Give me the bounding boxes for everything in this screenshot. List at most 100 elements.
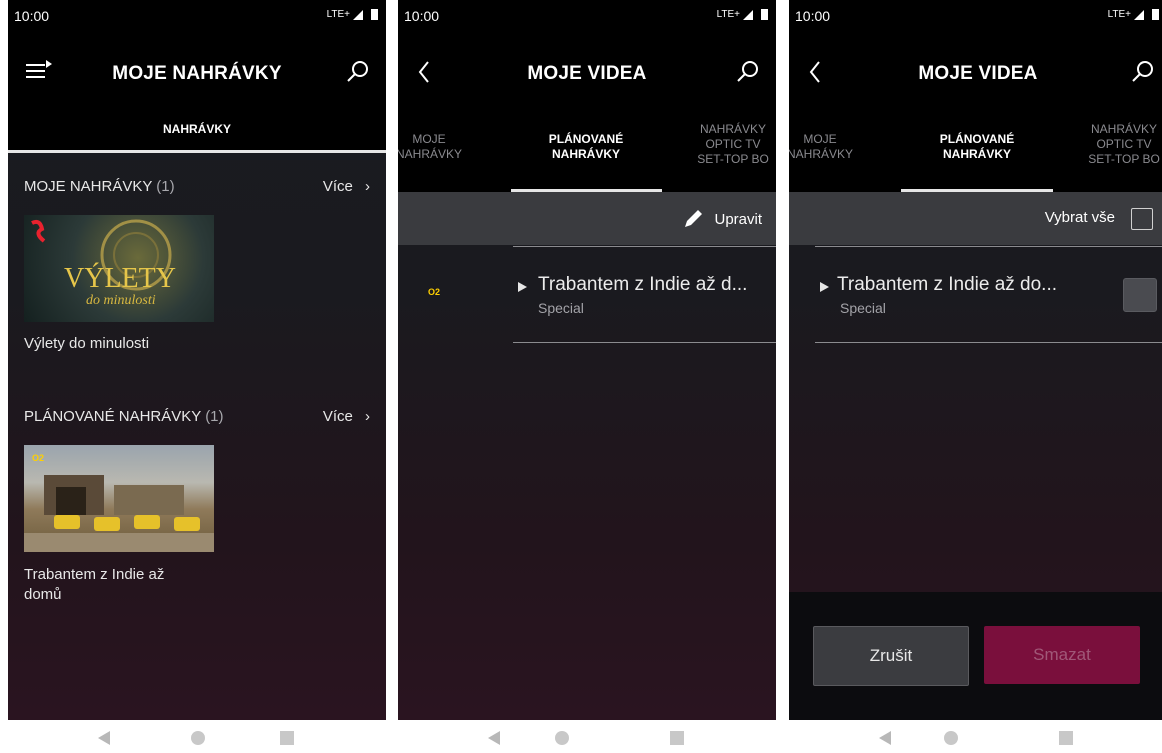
tab-label: OPTIC TV (705, 137, 761, 151)
pencil-icon (685, 210, 703, 227)
page-title: MOJE VIDEA (527, 63, 647, 84)
action-footer: Zrušit Smazat (789, 592, 1162, 720)
more-label: Více (322, 178, 353, 195)
screen-my-recordings: 10:00 LTE+ MOJE NAHRÁVKY NAHRÁVKY MOJE N… (8, 0, 386, 720)
tab-label: NAHRÁVKY (551, 147, 620, 161)
tab-planned-recordings[interactable]: PLÁNOVANÉ NAHRÁVKY (901, 132, 1053, 162)
tab-label: SET-TOP BO (697, 152, 769, 166)
nav-back-icon[interactable] (98, 731, 110, 745)
nav-recent-apps-icon[interactable] (280, 731, 294, 745)
battery-icon (1152, 9, 1159, 20)
tab-label: SET-TOP BO (1088, 152, 1160, 166)
chevron-right-icon: › (365, 408, 370, 425)
section-count: (1) (156, 178, 175, 195)
status-bar: 10:00 LTE+ (789, 0, 1162, 30)
page-title: MOJE VIDEA (918, 63, 1038, 84)
card-title[interactable]: Výlety do minulosti (24, 334, 149, 354)
recording-checkbox[interactable] (1123, 278, 1157, 312)
tab-optic-tv-recordings[interactable]: NAHRÁVKY OPTIC TV SET-TOP BO (1074, 122, 1162, 167)
signal-icon (1134, 9, 1144, 20)
cancel-button[interactable]: Zrušit (813, 626, 969, 686)
search-icon (347, 61, 368, 82)
tab-bar: MOJE NAHRÁVKY PLÁNOVANÉ NAHRÁVKY NAHRÁVK… (789, 120, 1162, 192)
tab-label: MOJE (412, 132, 446, 146)
status-time: 10:00 (404, 8, 440, 24)
nav-home-icon[interactable] (944, 731, 958, 745)
select-all-label: Vybrat vše (1044, 209, 1115, 226)
system-nav-bar (8, 726, 386, 753)
select-all-checkbox[interactable] (1131, 208, 1153, 230)
thumbnail-image (24, 475, 214, 552)
search-icon (737, 61, 758, 82)
tab-recordings[interactable]: NAHRÁVKY (8, 122, 386, 137)
tab-label: NAHRÁVKY (789, 147, 854, 161)
edit-button[interactable]: Upravit (682, 208, 762, 230)
play-icon (820, 282, 829, 292)
app-bar: MOJE VIDEA (398, 30, 776, 120)
card-title-line: domů (24, 586, 62, 603)
more-button[interactable]: Více › (323, 178, 370, 195)
battery-icon (371, 9, 378, 20)
battery-icon (761, 9, 768, 20)
search-button[interactable] (344, 58, 372, 86)
network-label: LTE+ (1107, 9, 1131, 20)
recording-thumbnail[interactable]: VÝLETY do minulosti (24, 215, 214, 322)
status-indicators: LTE+ (327, 9, 378, 20)
signal-icon (743, 9, 753, 20)
tab-bar: NAHRÁVKY (8, 120, 386, 153)
tab-my-recordings[interactable]: MOJE NAHRÁVKY (398, 132, 474, 162)
page-title: MOJE NAHRÁVKY (112, 63, 282, 84)
network-label: LTE+ (326, 9, 350, 20)
tab-planned-recordings[interactable]: PLÁNOVANÉ NAHRÁVKY (511, 132, 661, 162)
card-title-line: Trabantem z Indie až (24, 566, 165, 583)
search-icon (1132, 61, 1153, 82)
edit-toolbar: Upravit (398, 192, 776, 245)
section-count: (1) (205, 408, 224, 425)
tab-label: NAHRÁVKY (699, 122, 767, 136)
thumbnail-logo-text: VÝLETY (64, 263, 176, 294)
recording-title: Trabantem z Indie až d... (538, 274, 748, 295)
system-nav-bar (789, 726, 1162, 753)
tab-label: NAHRÁVKY (942, 147, 1011, 161)
status-indicators: LTE+ (717, 9, 768, 20)
nav-recent-apps-icon[interactable] (670, 731, 684, 745)
nav-home-icon[interactable] (555, 731, 569, 745)
card-title[interactable]: Trabantem z Indie až domů (24, 565, 164, 605)
signal-icon (353, 9, 363, 20)
channel-logo: O2 (428, 287, 441, 297)
tab-label: PLÁNOVANÉ (939, 132, 1015, 146)
recording-row[interactable]: Trabantem z Indie až do... Special (815, 246, 1162, 343)
screen-my-videos-edit: 10:00 LTE+ MOJE VIDEA MOJE NAHRÁVKY PLÁN… (789, 0, 1162, 720)
network-label: LTE+ (716, 9, 740, 20)
nav-back-icon[interactable] (879, 731, 891, 745)
more-button[interactable]: Více › (323, 408, 370, 425)
screen-my-videos: 10:00 LTE+ MOJE VIDEA MOJE NAHRÁVKY PLÁN… (398, 0, 776, 720)
edit-label: Upravit (714, 210, 762, 228)
delete-button[interactable]: Smazat (984, 626, 1140, 684)
tab-my-recordings[interactable]: MOJE NAHRÁVKY (789, 132, 865, 162)
tab-label: OPTIC TV (1096, 137, 1152, 151)
search-button[interactable] (1129, 58, 1157, 86)
play-icon (518, 282, 527, 292)
nav-back-icon[interactable] (488, 731, 500, 745)
select-toolbar: Vybrat vše (789, 192, 1162, 245)
nav-home-icon[interactable] (191, 731, 205, 745)
status-bar: 10:00 LTE+ (8, 0, 386, 30)
recording-thumbnail[interactable]: O2 (24, 445, 214, 552)
status-time: 10:00 (795, 8, 831, 24)
nav-recent-apps-icon[interactable] (1059, 731, 1073, 745)
tab-label: MOJE (803, 132, 837, 146)
recording-subtitle: Special (538, 300, 584, 316)
recording-row[interactable]: Trabantem z Indie až d... Special (513, 246, 776, 343)
tab-label: PLÁNOVANÉ (548, 132, 624, 146)
tab-optic-tv-recordings[interactable]: NAHRÁVKY OPTIC TV SET-TOP BO (683, 122, 776, 167)
section-label: PLÁNOVANÉ NAHRÁVKY (24, 408, 202, 425)
more-label: Více (322, 408, 353, 425)
section-my-recordings: MOJE NAHRÁVKY (1) Více › (24, 178, 370, 195)
search-button[interactable] (734, 58, 762, 86)
tab-bar: MOJE NAHRÁVKY PLÁNOVANÉ NAHRÁVKY NAHRÁVK… (398, 120, 776, 192)
recording-title: Trabantem z Indie až do... (837, 274, 1058, 295)
status-time: 10:00 (14, 8, 50, 24)
app-bar: MOJE VIDEA (789, 30, 1162, 120)
channel-logo: O2 (32, 453, 45, 463)
